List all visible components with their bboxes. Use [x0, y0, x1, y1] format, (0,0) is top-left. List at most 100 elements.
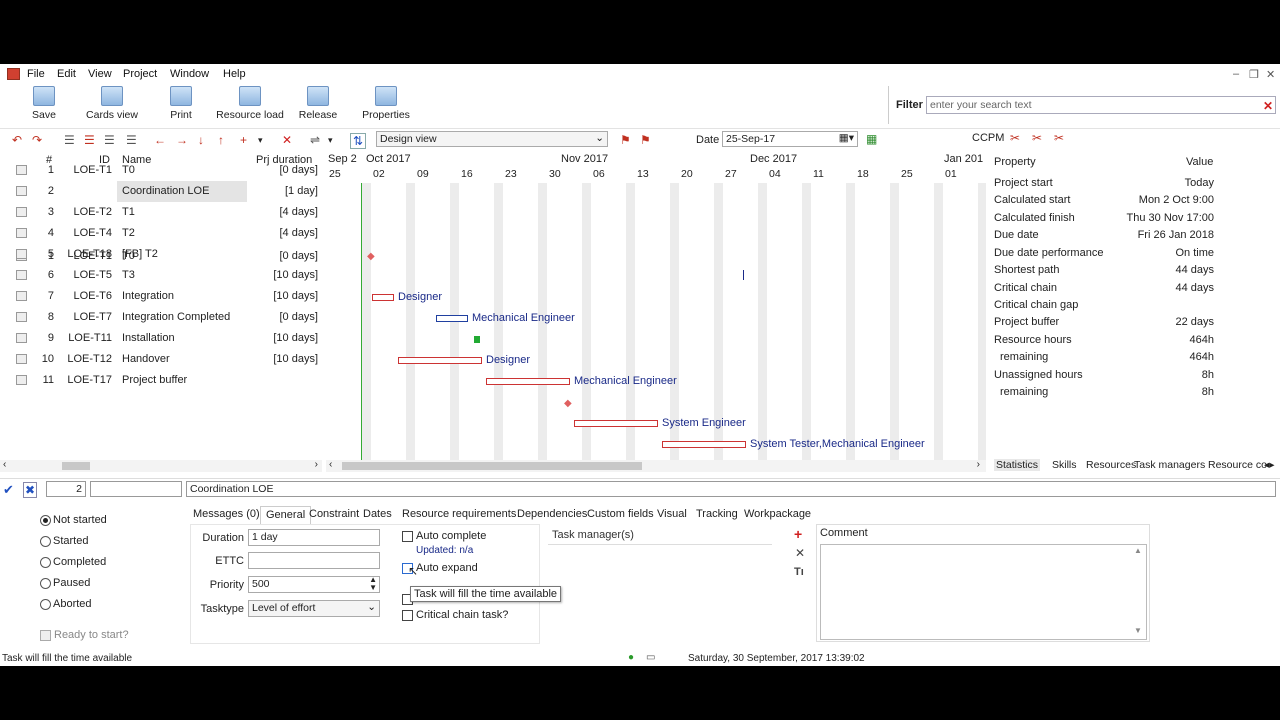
add-manager-icon[interactable]: +	[794, 526, 802, 542]
duration-field[interactable]: 1 day	[248, 529, 380, 546]
buffer-icon[interactable]: ⚑	[640, 133, 651, 147]
feeding-buffer-bar[interactable]	[474, 336, 480, 343]
add-task-icon[interactable]: +	[240, 133, 247, 147]
outdent-icon[interactable]: ☰	[84, 133, 95, 147]
menu-project[interactable]: Project	[123, 68, 157, 80]
print-button[interactable]: Print	[161, 86, 201, 121]
ccpm-buffer-icon[interactable]: ✂	[1054, 131, 1064, 145]
scroll-right-icon[interactable]: ›	[315, 459, 318, 470]
stat-row: Due date performance On time	[994, 247, 1214, 264]
expand-icon[interactable]: ☰	[104, 133, 115, 147]
menu-edit[interactable]: Edit	[57, 68, 76, 80]
table-row[interactable]: 9 LOE-T11 Installation [10 days]	[0, 328, 322, 349]
table-row[interactable]: 7 LOE-T6 Integration [10 days]	[0, 286, 322, 307]
comment-textarea[interactable]	[820, 544, 1147, 640]
tab-messages[interactable]: Messages (0)	[188, 506, 265, 524]
menu-file[interactable]: File	[27, 68, 45, 80]
delete-icon[interactable]: ✕	[282, 133, 292, 147]
scroll-up-icon[interactable]: ▲	[1134, 546, 1142, 555]
scroll-left-icon[interactable]: ‹	[329, 459, 332, 470]
remove-manager-icon[interactable]: ✕	[795, 546, 805, 560]
tab-visual[interactable]: Visual	[652, 506, 692, 524]
task-id-field[interactable]	[90, 481, 182, 497]
tab-dates[interactable]: Dates	[358, 506, 397, 524]
tab-tracking[interactable]: Tracking	[691, 506, 743, 524]
arrow-up-icon[interactable]: ↑	[218, 133, 224, 147]
save-button[interactable]: Save	[24, 86, 64, 121]
task-bar[interactable]	[398, 357, 482, 364]
arrow-left-icon[interactable]: ←	[154, 133, 166, 147]
table-row[interactable]: 1 LOE-T1 T0 [0 days]	[0, 160, 322, 181]
text-format-icon[interactable]: Tı	[794, 566, 804, 578]
tab-resources[interactable]: Resources	[1086, 459, 1136, 471]
indent-icon[interactable]: ☰	[64, 133, 75, 147]
arrow-right-icon[interactable]: →	[176, 133, 188, 147]
tab-scroll-icon[interactable]: ◂▸	[1264, 459, 1275, 471]
task-name-field[interactable]: Coordination LOE	[186, 481, 1276, 497]
task-bar[interactable]	[662, 441, 746, 448]
menu-help[interactable]: Help	[223, 68, 246, 80]
link-icon[interactable]: ⇌	[310, 133, 320, 147]
scroll-thumb[interactable]	[62, 462, 90, 470]
tab-workpackage[interactable]: Workpackage	[739, 506, 816, 524]
scroll-thumb[interactable]	[342, 462, 642, 470]
minimize-icon[interactable]: –	[1233, 68, 1239, 80]
task-duration: [10 days]	[273, 290, 318, 302]
menu-view[interactable]: View	[88, 68, 112, 80]
table-row[interactable]: 10 LOE-T12 Handover [10 days]	[0, 349, 322, 370]
table-row[interactable]: 6 LOE-T5 T3 [10 days]	[0, 265, 322, 286]
table-row[interactable]: 3 LOE-T2 T1 [4 days]	[0, 202, 322, 223]
collapse-icon[interactable]: ☰	[126, 133, 137, 147]
tab-constraint[interactable]: Constraint	[304, 506, 364, 524]
tab-task-managers[interactable]: Task managers	[1134, 459, 1205, 471]
restore-icon[interactable]: ❐	[1249, 68, 1259, 81]
view-select[interactable]: Design view ⌄	[376, 131, 608, 147]
link-dropdown-icon[interactable]: ▾	[328, 135, 333, 146]
resource-load-button[interactable]: Resource load	[214, 86, 286, 121]
row-number-field[interactable]: 2	[46, 481, 86, 497]
redo-icon[interactable]: ↷	[32, 133, 42, 147]
release-button[interactable]: Release	[296, 86, 340, 121]
task-bar[interactable]	[436, 315, 468, 322]
tasktype-select[interactable]: Level of effort ⌄	[248, 600, 380, 617]
scroll-right-icon[interactable]: ›	[977, 459, 980, 470]
cards-view-button[interactable]: Cards view	[84, 86, 140, 121]
tab-custom-fields[interactable]: Custom fields	[582, 506, 659, 524]
tab-dependencies[interactable]: Dependencies	[512, 506, 592, 524]
critical-chain-icon[interactable]: ⚑	[620, 133, 631, 147]
scroll-left-icon[interactable]: ‹	[3, 459, 6, 470]
table-row[interactable]: 8 LOE-T7 Integration Completed [0 days]	[0, 307, 322, 328]
ccpm-unplan-icon[interactable]: ✂	[1032, 131, 1042, 145]
tab-resource-co[interactable]: Resource co	[1208, 459, 1267, 471]
filter-toggle-icon[interactable]: ⇅	[350, 133, 367, 149]
table-row[interactable]: 4 LOE-T4 T2 [4 days]	[0, 223, 322, 244]
task-bar[interactable]	[486, 378, 570, 385]
stepper-arrows-icon[interactable]: ▲ ▼	[369, 576, 377, 592]
menu-window[interactable]: Window	[170, 68, 209, 80]
table-row[interactable]: 11 LOE-T17 Project buffer	[0, 370, 322, 391]
properties-button[interactable]: Properties	[360, 86, 412, 121]
ettc-field[interactable]	[248, 552, 380, 569]
accept-check-icon[interactable]: ✔	[3, 482, 14, 498]
gantt-horizontal-scrollbar[interactable]: ‹ ›	[326, 459, 986, 472]
today-icon[interactable]: ▦	[866, 132, 877, 146]
tab-resource-requirements[interactable]: Resource requirements	[397, 506, 521, 524]
close-window-icon[interactable]: ✕	[1266, 68, 1275, 81]
cancel-edit-icon[interactable]: ✖	[23, 482, 38, 498]
undo-icon[interactable]: ↶	[12, 133, 22, 147]
priority-stepper[interactable]: 500 ▲ ▼	[248, 576, 380, 593]
task-bar[interactable]	[574, 420, 658, 427]
add-dropdown-icon[interactable]: ▾	[258, 135, 263, 146]
table-row-selected[interactable]: 2 Coordination LOE [1 day]	[0, 181, 322, 202]
scroll-down-icon[interactable]: ▼	[1134, 626, 1142, 635]
date-picker-input[interactable]: 25-Sep-17 ▦▾	[722, 131, 858, 147]
filter-search-input[interactable]: enter your search text	[926, 96, 1276, 114]
table-row[interactable]: 5 LOE-T18 [FB] T2	[0, 244, 322, 265]
arrow-down-icon[interactable]: ↓	[198, 133, 204, 147]
clear-filter-icon[interactable]: ✕	[1263, 99, 1273, 113]
ccpm-plan-icon[interactable]: ✂	[1010, 131, 1020, 145]
grid-horizontal-scrollbar[interactable]: ‹ ›	[0, 459, 322, 472]
tab-skills[interactable]: Skills	[1052, 459, 1077, 471]
tab-statistics[interactable]: Statistics	[994, 459, 1041, 471]
task-bar[interactable]	[372, 294, 394, 301]
